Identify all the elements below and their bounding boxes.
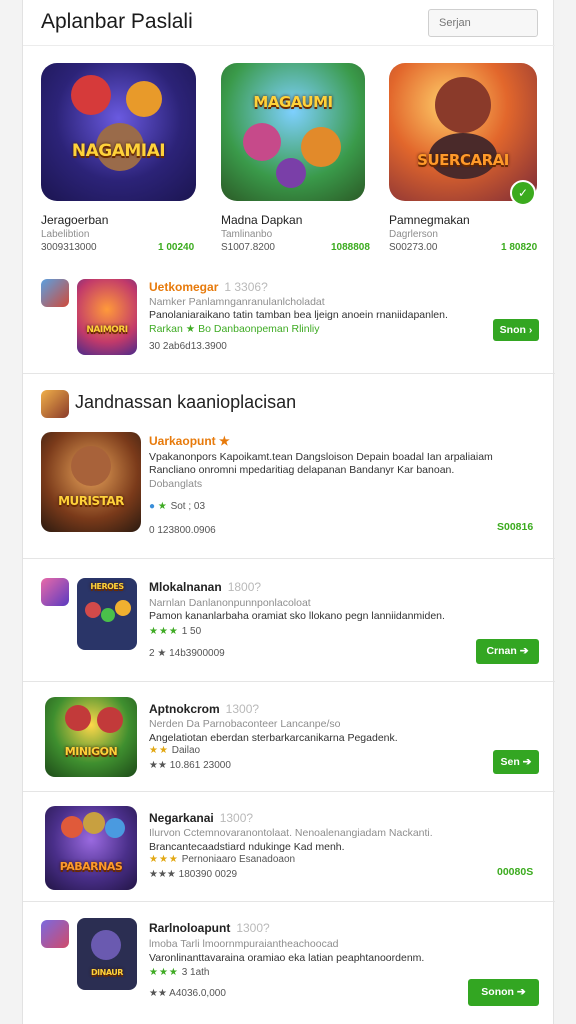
app-name: Jeragoerban [41,213,109,227]
game-art-image[interactable]: MINIGON [45,697,137,777]
app-subtitle: Labelibtion [41,229,90,240]
app-name: Uarkaopunt ★ [149,434,230,448]
app-stars: ★★★ 3 1ath [149,967,210,978]
app-description-2: Rancliano onromni mpedaritiag delapanan … [149,464,455,476]
app-stars: ★★★ 1 50 [149,626,202,637]
app-category: Narnlan Danlanonpunnponlacoloat [149,597,311,609]
app-rating: ★★★ 180390 0029 [149,869,238,880]
section-icon [41,390,69,418]
app-name: Rarlnoloapunt 1300? [149,921,270,935]
app-category: lmoba Tarli lmoornmpuraiantheachoocad [149,938,339,950]
app-name: Aptnokcrom 1300? [149,702,260,716]
app-tags: Rarkan ★ Bo Danbaonpeman Rlinliy [149,323,320,335]
developer-avatar [41,578,69,606]
install-button[interactable]: Snon › [493,319,539,341]
app-name: Uetkomegar 1 3306? [149,280,268,294]
app-description: Panolaniaraikano tatin tamban bea ljeign… [149,309,448,321]
developer-avatar [41,920,69,948]
app-name: Mlokalnanan 1800? [149,580,262,594]
app-meta: S00273.00 [389,242,438,253]
app-price: S00816 [497,521,534,533]
app-category: Namker Panlamnganranulanlcholadat [149,296,325,308]
game-art-image[interactable]: DINAUR [77,918,137,990]
app-stars: ★★ Dailao [149,745,201,756]
app-rating: ★★ 10.861 23000 [149,760,231,771]
app-description: Brancantecaadstiard ndukinge Kad menh. [149,841,345,853]
app-meta: S1007.8200 [221,242,275,253]
app-description: Varonlinanttavaraina oramiao eka latian … [149,952,425,964]
app-name: Negarkanai 1300? [149,811,254,825]
app-price: 1 00240 [158,242,195,253]
divider [23,373,555,374]
game-art-image[interactable]: HEROES [77,578,137,650]
game-art-image[interactable]: NAGAMIAI [41,63,196,201]
app-stars: ★★★ Pernoniaaro Esanadoaon [149,854,296,865]
game-art-image[interactable]: PABARNAS [45,806,137,890]
developer-avatar [41,279,69,307]
app-rating: 0 123800.0906 [149,525,216,536]
app-name: Madna Dapkan [221,213,303,227]
divider [23,681,555,682]
app-category: Dobanglats [149,478,203,490]
app-rating-inline: ● ★ Sot ; 03 [149,501,206,512]
game-art-image[interactable]: NAIMORI [77,279,137,355]
app-page: Aplanbar Paslali NAGAMIAI Jeragoerban La… [22,0,555,1024]
app-description: Pamon kananlarbaha oramiat sko llokano p… [149,610,445,622]
install-button[interactable]: Sonon ➔ [468,979,539,1006]
game-art-image[interactable]: SUERCARAI [389,63,537,201]
app-rating: 2 ★ 14b3900009 [149,648,225,659]
section-title: Jandnassan kaanioplacisan [75,392,297,412]
divider [23,791,555,792]
install-badge-icon[interactable]: ✓ [510,180,536,206]
app-category: Ilurvon Cctemnovaranontolaat. Nenoalenan… [149,827,433,839]
top-bar: Aplanbar Paslali [23,0,555,46]
app-subtitle: Dagrlerson [389,229,438,240]
app-price: 1088808 [331,242,370,253]
game-art-image[interactable]: MAGAUMI [221,63,365,201]
install-button[interactable]: Crnan ➔ [476,639,539,664]
app-description: Angelatiotan eberdan sterbarkarcanikarna… [149,732,398,744]
install-button[interactable]: Sen ➔ [493,750,539,774]
app-category: Nerden Da Parnobaconteer Lancanpe/so [149,718,341,730]
app-subtitle: Tamlinanbo [221,229,273,240]
divider [23,901,555,902]
app-price: 1 80820 [501,242,538,253]
app-name: Pamnegmakan [389,213,470,227]
search-input[interactable] [428,9,538,37]
game-art-image[interactable]: MURISTAR [41,432,141,532]
app-price: 00080S [497,866,534,878]
app-meta: 3009313000 [41,242,97,253]
divider [23,558,555,559]
app-rating: 30 2ab6d13.3900 [149,341,227,352]
app-rating: ★★ A4036.0,000 [149,988,226,999]
app-title: Aplanbar Paslali [41,10,193,33]
app-description: Vpakanonpors Kapoikamt.tean Dangsloison … [149,451,493,463]
